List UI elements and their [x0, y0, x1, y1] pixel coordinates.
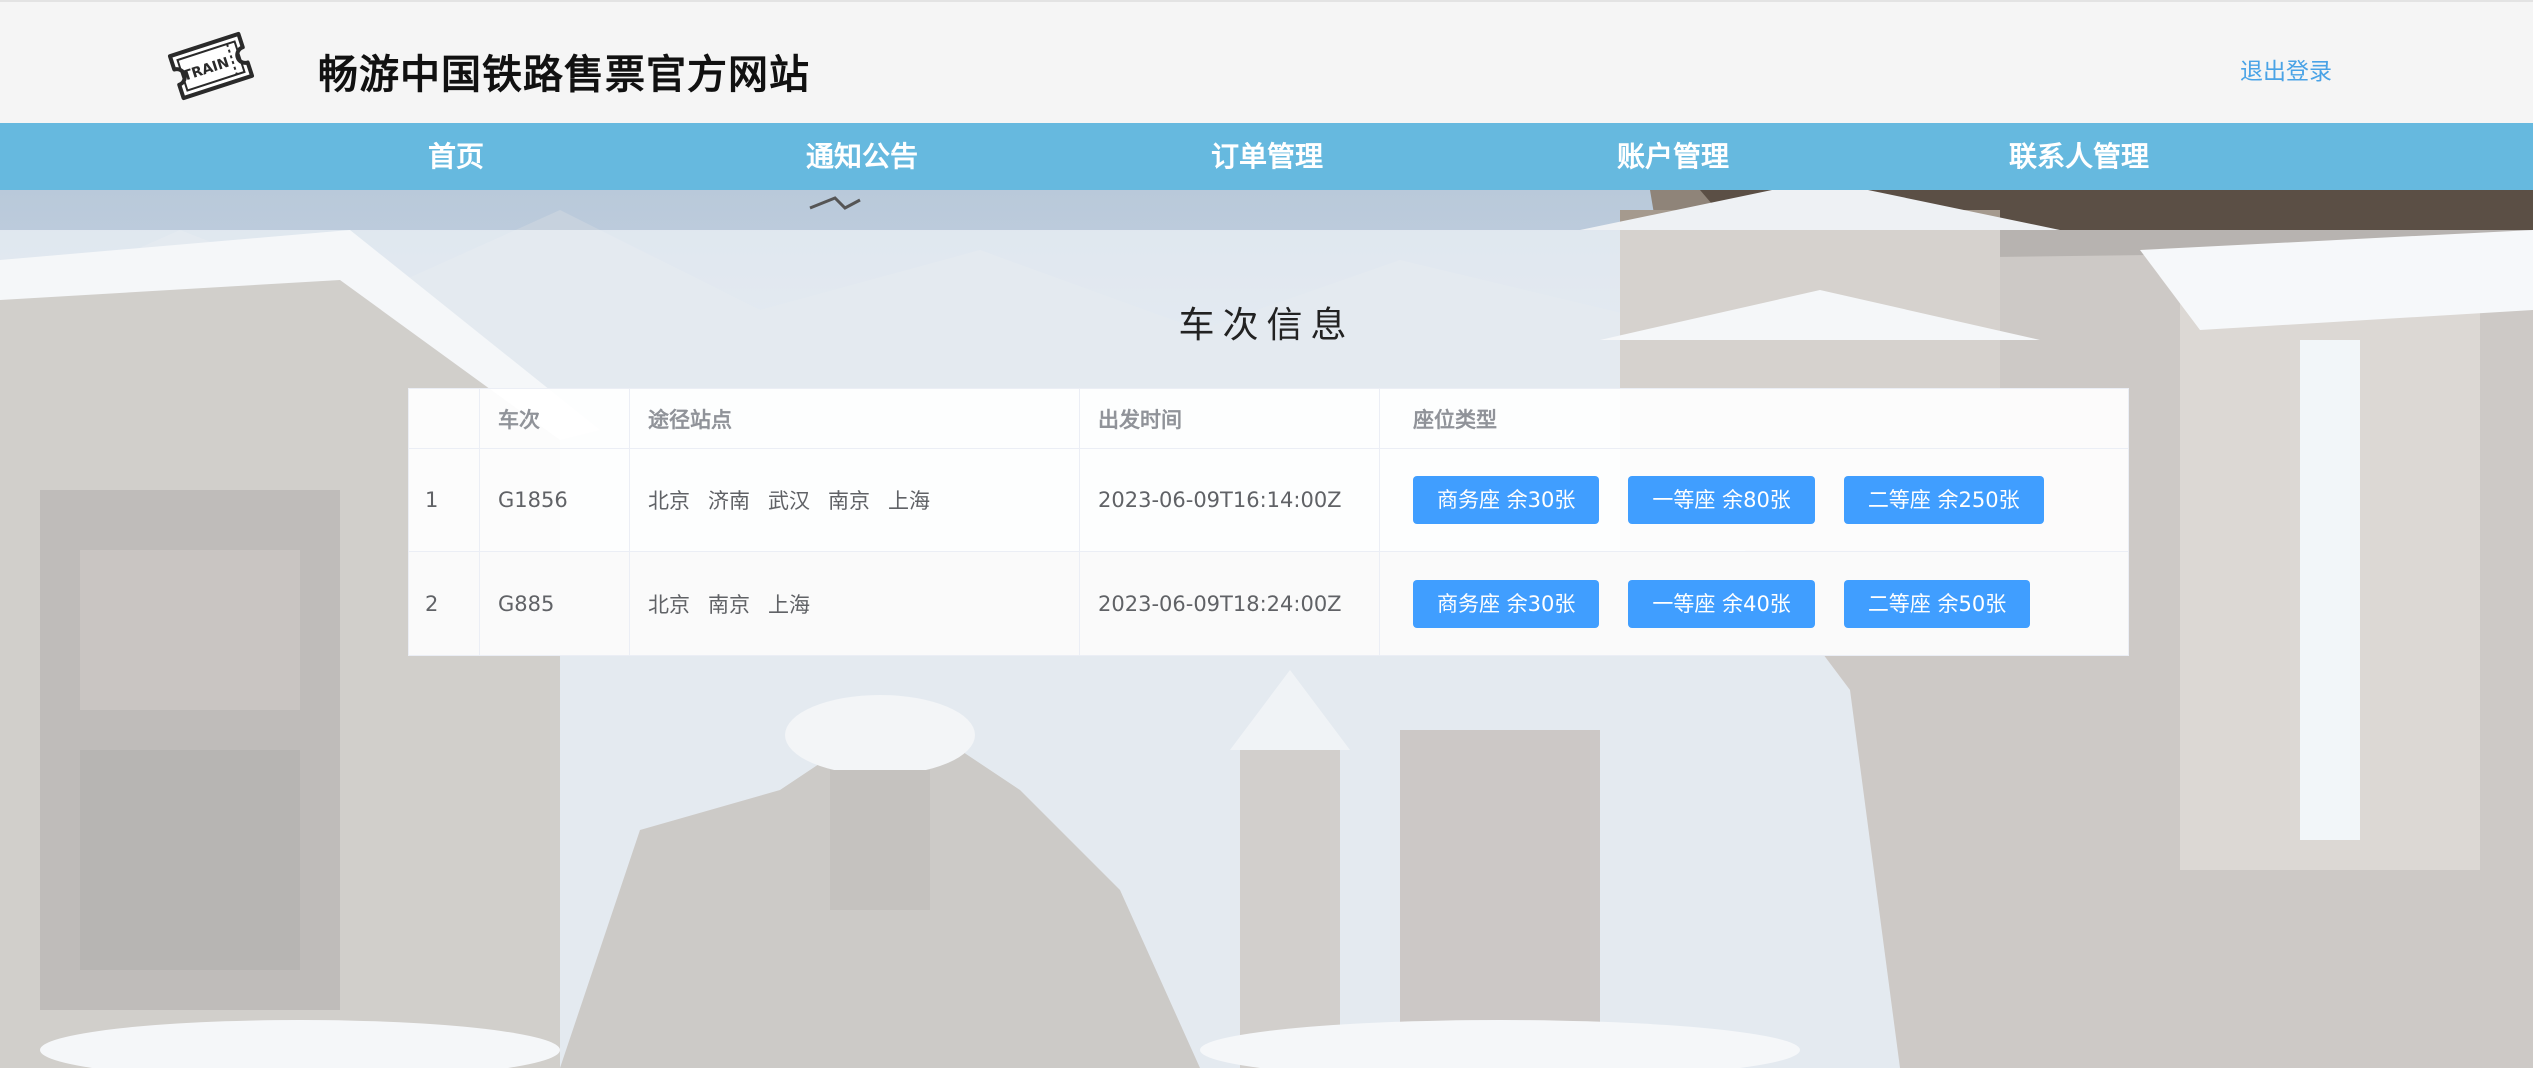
nav-item-home[interactable]: 首页	[428, 123, 484, 190]
station-list: 北京 南京 上海	[630, 552, 1080, 655]
station: 北京	[648, 592, 690, 617]
column-header-departure: 出发时间	[1080, 389, 1380, 448]
table-row: 1 G1856 北京 济南 武汉 南京 上海 2023-06-09T16:14:…	[409, 449, 2128, 552]
column-header-seat-type: 座位类型	[1413, 407, 1497, 432]
seat-options: 商务座 余30张 一等座 余80张 二等座 余250张	[1380, 449, 2128, 551]
train-ticket-icon[interactable]: TRAIN	[165, 20, 257, 112]
row-index: 2	[409, 552, 480, 655]
table-header-row: 车次 途径站点 出发时间 座位类型	[409, 389, 2128, 449]
row-index: 1	[409, 449, 480, 551]
departure-time: 2023-06-09T18:24:00Z	[1080, 552, 1380, 655]
nav-item-notices[interactable]: 通知公告	[806, 123, 918, 190]
first-class-seat-button[interactable]: 一等座 余40张	[1628, 579, 1815, 628]
train-number: G1856	[480, 449, 630, 551]
nav-item-orders[interactable]: 订单管理	[1211, 123, 1323, 190]
nav-item-contacts[interactable]: 联系人管理	[2009, 123, 2149, 190]
table-row: 2 G885 北京 南京 上海 2023-06-09T18:24:00Z 商务座…	[409, 552, 2128, 655]
station: 上海	[888, 489, 930, 513]
station: 济南	[708, 489, 750, 513]
first-class-seat-button[interactable]: 一等座 余80张	[1628, 476, 1815, 524]
station: 北京	[648, 489, 690, 513]
nav-item-account[interactable]: 账户管理	[1617, 123, 1729, 190]
second-class-seat-button[interactable]: 二等座 余50张	[1843, 579, 2031, 628]
second-class-seat-button[interactable]: 二等座 余250张	[1843, 476, 2044, 524]
business-seat-button[interactable]: 商务座 余30张	[1413, 579, 1600, 628]
site-title: 畅游中国铁路售票官方网站	[318, 52, 810, 98]
business-seat-button[interactable]: 商务座 余30张	[1413, 476, 1600, 524]
train-number: G885	[480, 552, 630, 655]
site-header: TRAIN 畅游中国铁路售票官方网站 退出登录	[0, 0, 2533, 123]
departure-time: 2023-06-09T16:14:00Z	[1080, 449, 1380, 551]
column-header-train-no: 车次	[480, 389, 630, 448]
station: 南京	[708, 592, 750, 617]
station: 武汉	[768, 489, 810, 513]
logout-link[interactable]: 退出登录	[2240, 52, 2332, 86]
column-header-index	[409, 389, 480, 448]
station: 南京	[828, 489, 870, 513]
station-list: 北京 济南 武汉 南京 上海	[630, 449, 1080, 551]
section-title: 车次信息	[1178, 305, 1355, 346]
column-header-stations: 途径站点	[630, 389, 1080, 448]
station: 上海	[768, 592, 810, 617]
main-nav: 首页 通知公告 订单管理 账户管理 联系人管理	[0, 123, 2533, 190]
train-info-table: 车次 途径站点 出发时间 座位类型 1 G1856 北京 济南 武汉 南京 上海…	[408, 388, 2129, 656]
seat-options: 商务座 余30张 一等座 余40张 二等座 余50张	[1380, 552, 2128, 655]
